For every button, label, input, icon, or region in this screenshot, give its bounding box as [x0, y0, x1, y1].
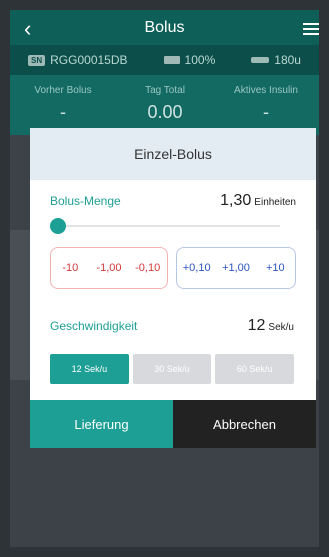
minus-1-button[interactable]: -1,00 — [90, 262, 129, 274]
speed-options: 12 Sek/u 30 Sek/u 60 Sek/u — [50, 354, 295, 384]
tile-label: Tag Total — [145, 85, 185, 96]
tile-active-insulin: Aktives Insulin - — [216, 85, 316, 123]
bolus-amount-slider[interactable] — [50, 218, 280, 234]
speed-option-12[interactable]: 12 Sek/u — [50, 354, 129, 384]
minus-0-1-button[interactable]: -0,10 — [128, 262, 167, 274]
tile-label: Vorher Bolus — [34, 85, 92, 96]
battery-text: 100% — [184, 53, 216, 67]
battery-status: 100% — [163, 53, 216, 67]
app-screen: ‹ Bolus SN RGG00015DB 100% 180u Vorher B… — [0, 0, 329, 557]
bolus-amount-display: 1,30 Einheiten — [220, 192, 296, 210]
pump-status-bar: SN RGG00015DB 100% 180u — [10, 45, 319, 75]
tile-day-total: Tag Total 0.00 — [115, 85, 215, 123]
bolus-amount-row: Bolus-Menge 1,30 Einheiten — [50, 192, 296, 210]
slider-track[interactable] — [50, 225, 280, 227]
speed-unit: Sek/u — [268, 322, 294, 333]
speed-row: Geschwindigkeit 12 Sek/u — [50, 317, 294, 335]
battery-icon — [163, 56, 180, 64]
slider-thumb[interactable] — [50, 218, 66, 234]
menu-icon[interactable] — [303, 20, 319, 35]
speed-option-60[interactable]: 60 Sek/u — [215, 354, 295, 384]
tile-value: 0.00 — [147, 102, 183, 122]
page-title: Bolus — [144, 18, 185, 36]
dialog-actions: Lieferung Abbrechen — [30, 400, 316, 448]
summary-tiles: Vorher Bolus - Tag Total 0.00 Aktives In… — [10, 75, 319, 135]
serial-number: SN RGG00015DB — [28, 53, 128, 67]
reservoir-text: 180u — [274, 53, 301, 67]
plus-0-1-button[interactable]: +0,10 — [177, 262, 216, 274]
serial-text: RGG00015DB — [50, 53, 128, 67]
minus-10-button[interactable]: -10 — [51, 262, 90, 274]
speed-value: 12 — [247, 317, 266, 334]
plus-10-button[interactable]: +10 — [256, 262, 295, 274]
reservoir-status: 180u — [251, 53, 301, 67]
bolus-amount-label: Bolus-Menge — [50, 194, 121, 208]
deliver-button[interactable]: Lieferung — [30, 400, 173, 448]
cancel-button[interactable]: Abbrechen — [173, 400, 316, 448]
bolus-amount-value: 1,30 — [220, 192, 252, 209]
speed-display: 12 Sek/u — [248, 317, 294, 335]
increase-stepper: +0,10 +1,00 +10 — [176, 247, 296, 289]
tile-label: Aktives Insulin — [234, 85, 298, 96]
tile-value: - — [60, 102, 66, 122]
back-icon[interactable]: ‹ — [24, 16, 31, 42]
dialog-title: Einzel-Bolus — [30, 128, 316, 180]
sn-badge: SN — [28, 54, 46, 66]
tile-value: - — [263, 102, 269, 122]
app-header: ‹ Bolus — [10, 10, 319, 45]
bolus-amount-unit: Einheiten — [254, 197, 296, 208]
reservoir-icon — [251, 57, 270, 63]
speed-label: Geschwindigkeit — [50, 319, 138, 333]
plus-1-button[interactable]: +1,00 — [216, 262, 255, 274]
decrease-stepper: -10 -1,00 -0,10 — [50, 247, 168, 289]
tile-previous-bolus: Vorher Bolus - — [13, 85, 113, 123]
speed-option-30[interactable]: 30 Sek/u — [132, 354, 212, 384]
